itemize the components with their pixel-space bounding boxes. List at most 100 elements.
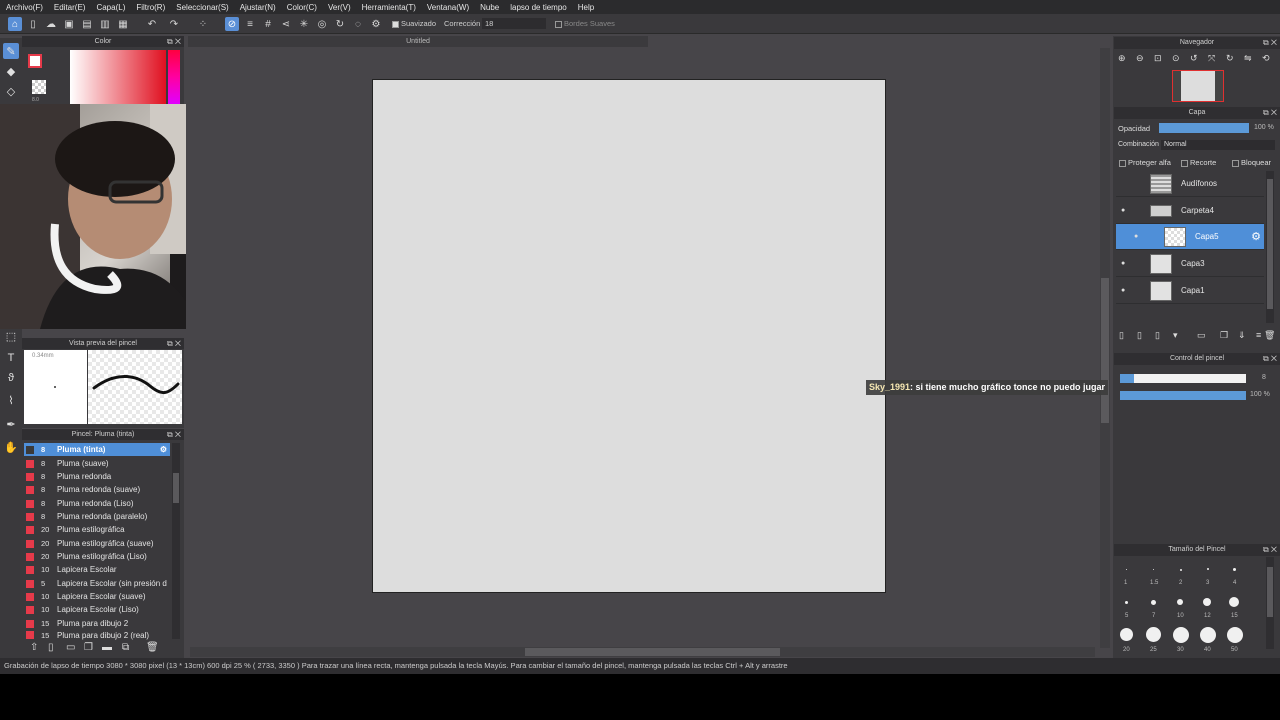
brush-size-option[interactable]: 50 — [1222, 623, 1248, 655]
eraser-tool-icon[interactable]: ◆ — [3, 63, 19, 79]
clipping-checkbox[interactable]: Recorte — [1181, 158, 1216, 167]
snap-grid-icon[interactable]: # — [261, 17, 275, 31]
brush-size-option[interactable]: 2 — [1168, 557, 1194, 589]
menu-nube[interactable]: Nube — [480, 3, 499, 12]
panel-close-icon[interactable]: ⧉ ✕ — [1263, 107, 1277, 119]
brush-tool-icon[interactable]: ✒ — [3, 416, 19, 432]
brush-item[interactable]: 5 Lapicera Escolar (sin presión d — [24, 577, 170, 590]
brush-item[interactable]: 8 Pluma redonda (suave) — [24, 483, 170, 496]
brush-item[interactable]: 8 Pluma redonda — [24, 470, 170, 483]
brush-item[interactable]: 20 Pluma estilográfica (suave) — [24, 537, 170, 550]
snap-curve-icon[interactable]: ↻ — [333, 17, 347, 31]
brush-settings-gear-icon[interactable]: ⚙ — [160, 445, 167, 454]
fullscreen-icon[interactable]: ⤧ — [1208, 53, 1215, 64]
trash-icon[interactable]: 🗑 — [146, 642, 159, 653]
menu-seleccionar[interactable]: Seleccionar(S) — [176, 3, 228, 12]
layer-row[interactable]: ● Capa5 ⚙ — [1116, 224, 1264, 250]
brush-item[interactable]: 8 Pluma redonda (Liso) — [24, 497, 170, 510]
brush-opacity-slider[interactable] — [1120, 391, 1246, 400]
duplicate-layer-icon[interactable]: ❐ — [1220, 330, 1228, 341]
cloud-icon[interactable]: ☁ — [44, 17, 58, 31]
snap-parallel-icon[interactable]: ≡ — [243, 17, 257, 31]
canvas-tab[interactable]: Untitled — [188, 36, 648, 47]
menu-color[interactable]: Color(C) — [287, 3, 317, 12]
menu-help[interactable]: Help — [578, 3, 594, 12]
brush-size-option[interactable]: 1.5 — [1141, 557, 1167, 589]
snap-vanish-icon[interactable]: ⋖ — [279, 17, 293, 31]
panel-close-icon[interactable]: ⧉ ✕ — [1263, 353, 1277, 365]
zoom-actual-icon[interactable]: ⊙ — [1172, 53, 1180, 64]
new-folder-icon[interactable]: ▭ — [1197, 330, 1206, 341]
blend-dropdown[interactable]: Normal — [1161, 140, 1275, 150]
rotate-right-icon[interactable]: ↻ — [1226, 53, 1234, 64]
soft-edges-checkbox[interactable]: Bordes Suaves — [555, 19, 615, 28]
visibility-eye-icon[interactable]: ● — [1121, 287, 1125, 294]
add-layer-menu-icon[interactable]: ▾ — [1173, 330, 1178, 341]
brush-size-slider[interactable] — [1120, 374, 1246, 383]
brush-size-option[interactable]: 20 — [1114, 623, 1140, 655]
new-layer-icon[interactable]: ▯ — [1119, 330, 1124, 341]
brush-item[interactable]: 10 Lapicera Escolar — [24, 563, 170, 576]
new-file-icon[interactable]: ▯ — [26, 17, 40, 31]
menu-lapso[interactable]: lapso de tiempo — [510, 3, 566, 12]
layers-icon[interactable]: ▥ — [98, 17, 112, 31]
reset-icon[interactable]: ⟲ — [1262, 53, 1270, 64]
menu-capa[interactable]: Capa(L) — [96, 3, 125, 12]
grid-icon[interactable]: ▦ — [116, 17, 130, 31]
brush-item[interactable]: 8 Pluma redonda (paralelo) — [24, 510, 170, 523]
layer-row[interactable]: ● Capa1 — [1116, 278, 1264, 304]
panel-close-icon[interactable]: ⧉ ✕ — [167, 36, 181, 47]
export-icon[interactable]: ▤ — [80, 17, 94, 31]
brush-size-option[interactable]: 10 — [1168, 590, 1194, 622]
lock-checkbox[interactable]: Bloquear — [1232, 158, 1271, 167]
brush-item[interactable]: 15 Pluma para dibujo 2 (real) — [24, 630, 170, 640]
layer-menu-icon[interactable]: ≡ — [1256, 330, 1261, 340]
brush-item[interactable]: 20 Pluma estilográfica (Liso) — [24, 550, 170, 563]
visibility-eye-icon[interactable]: ● — [1121, 260, 1125, 267]
menu-ajustar[interactable]: Ajustar(N) — [240, 3, 276, 12]
snap-circle-icon[interactable]: ◎ — [315, 17, 329, 31]
brush-item[interactable]: 8 Pluma (tinta) ⚙ — [24, 443, 170, 457]
menu-archivo[interactable]: Archivo(F) — [6, 3, 43, 12]
snap-radial-icon[interactable]: ✳ — [297, 17, 311, 31]
text-tool-icon[interactable]: T — [3, 350, 19, 366]
brush-size-option[interactable]: 4 — [1222, 557, 1248, 589]
correction-dropdown[interactable]: 18 — [482, 18, 546, 29]
visibility-eye-icon[interactable]: ● — [1121, 207, 1125, 214]
redo-icon[interactable]: ↷ — [167, 17, 181, 31]
panel-close-icon[interactable]: ⧉ ✕ — [167, 429, 181, 440]
merge-down-icon[interactable]: ⇓ — [1238, 330, 1246, 341]
dropper-tool-icon[interactable]: ⌇ — [3, 392, 19, 408]
primary-color-swatch[interactable] — [28, 54, 42, 68]
brush-item[interactable]: 20 Pluma estilográfica — [24, 523, 170, 536]
folder-icon[interactable]: ▭ — [66, 642, 75, 653]
brush-item[interactable]: 10 Lapicera Escolar (suave) — [24, 590, 170, 603]
panel-close-icon[interactable]: ⧉ ✕ — [1263, 544, 1277, 556]
selection-tool-icon[interactable]: ⬚ — [3, 328, 19, 344]
deselect-icon[interactable]: ⁘ — [196, 17, 210, 31]
new-layer-8bit-icon[interactable]: ▯ — [1137, 330, 1142, 341]
menu-herramienta[interactable]: Herramienta(T) — [362, 3, 416, 12]
opacity-slider[interactable] — [1159, 123, 1249, 133]
fit-icon[interactable]: ⊡ — [1154, 53, 1162, 64]
delete-layer-icon[interactable]: 🗑 — [1264, 330, 1275, 341]
zoom-out-icon[interactable]: ⊖ — [1136, 53, 1144, 64]
lasso-tool-icon[interactable]: ϑ — [3, 370, 19, 386]
smoothing-checkbox[interactable]: Suavizado — [392, 19, 436, 28]
brush-size-option[interactable]: 3 — [1195, 557, 1221, 589]
snap-off-icon[interactable]: ⊘ — [225, 17, 239, 31]
add-folder-icon[interactable]: ▬ — [102, 642, 112, 653]
brush-size-scrollbar[interactable] — [1266, 557, 1274, 649]
protect-alpha-checkbox[interactable]: Proteger alfa — [1119, 158, 1171, 167]
brush-size-option[interactable]: 12 — [1195, 590, 1221, 622]
duplicate-icon[interactable]: ❐ — [84, 642, 93, 653]
pen-tool-icon[interactable]: ✎ — [3, 43, 19, 59]
brush-item[interactable]: 8 Pluma (suave) — [24, 457, 170, 470]
rotate-left-icon[interactable]: ↺ — [1190, 53, 1198, 64]
save-icon[interactable]: ▣ — [62, 17, 76, 31]
hue-slider[interactable] — [168, 50, 180, 104]
home-icon[interactable]: ⌂ — [8, 17, 22, 31]
layer-row[interactable]: Audífonos — [1116, 171, 1264, 197]
menu-ver[interactable]: Ver(V) — [328, 3, 351, 12]
layer-list-scrollbar[interactable] — [1266, 171, 1274, 323]
